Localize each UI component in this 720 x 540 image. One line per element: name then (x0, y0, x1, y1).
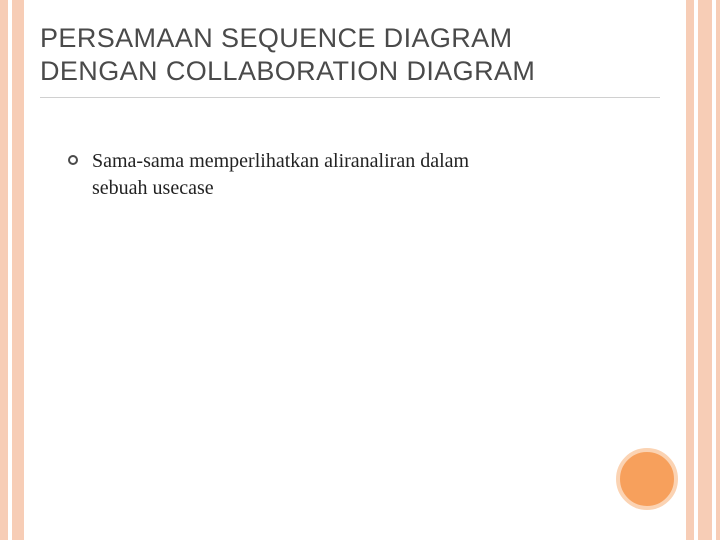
list-item: Sama-sama memperlihatkan aliranaliran da… (68, 148, 480, 202)
slide-body: Sama-sama memperlihatkan aliranaliran da… (68, 148, 480, 202)
slide: PERSAMAAN SEQUENCE DIAGRAM DENGAN COLLAB… (0, 0, 720, 540)
bullet-text: Sama-sama memperlihatkan aliranaliran da… (92, 148, 480, 202)
slide-title: PERSAMAAN SEQUENCE DIAGRAM DENGAN COLLAB… (40, 22, 660, 88)
title-line-1: PERSAMAAN SEQUENCE DIAGRAM (40, 23, 513, 53)
right-stripe-decoration (686, 0, 720, 540)
bullet-icon (68, 155, 78, 165)
title-line-2: DENGAN COLLABORATION DIAGRAM (40, 56, 535, 86)
title-underline (40, 97, 660, 98)
left-stripe-decoration (0, 0, 30, 540)
corner-circle-decoration (616, 448, 678, 510)
